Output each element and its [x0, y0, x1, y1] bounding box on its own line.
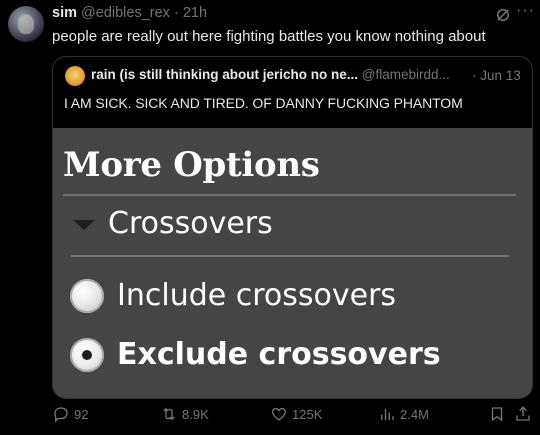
views-icon: [381, 408, 394, 420]
tweet-header: sim @edibles_rex · 21h: [52, 5, 207, 21]
media-divider: [63, 194, 516, 196]
author-handle[interactable]: @edibles_rex: [81, 5, 170, 21]
share-button[interactable]: [514, 404, 532, 424]
tweet-text: people are really out here fighting batt…: [52, 28, 486, 45]
reply-button[interactable]: 92: [52, 404, 88, 424]
like-count: 125K: [292, 406, 323, 422]
quoted-tweet[interactable]: rain (is still thinking about jericho no…: [52, 56, 533, 399]
action-bar: 92 8.9K 125K 2.4M: [0, 404, 540, 428]
quote-time: · Jun 13: [472, 68, 521, 83]
quote-header: rain (is still thinking about jericho no…: [91, 67, 450, 82]
media-title: More Options: [63, 145, 320, 185]
repost-button[interactable]: 8.9K: [160, 404, 209, 424]
grok-icon[interactable]: [494, 6, 512, 24]
tweet-time[interactable]: 21h: [183, 5, 207, 21]
radio-selected-icon: [70, 338, 104, 372]
media-divider: [71, 255, 509, 257]
radio-unselected-icon: [70, 279, 104, 313]
reply-icon: [54, 407, 68, 423]
author-name[interactable]: sim: [52, 5, 77, 21]
quote-author-avatar: [65, 66, 85, 86]
media-option-include: Include crossovers: [117, 278, 397, 313]
caret-down-icon: [73, 220, 95, 230]
media-section-label: Crossovers: [108, 206, 273, 241]
like-button[interactable]: 125K: [270, 404, 322, 424]
like-icon: [271, 407, 287, 421]
views-count: 2.4M: [400, 406, 429, 422]
repost-count: 8.9K: [182, 406, 209, 422]
bookmark-button[interactable]: [488, 404, 506, 424]
quote-media-image[interactable]: More Options Crossovers Include crossove…: [53, 128, 532, 398]
media-option-exclude: Exclude crossovers: [117, 337, 441, 372]
repost-icon: [163, 407, 175, 421]
author-avatar[interactable]: [8, 6, 44, 42]
bookmark-icon: [491, 407, 503, 422]
quote-author-handle: @flamebirdd...: [361, 67, 450, 82]
reply-count: 92: [74, 406, 89, 422]
quote-text: I AM SICK. SICK AND TIRED. OF DANNY FUCK…: [64, 95, 463, 111]
quote-author-name: rain (is still thinking about jericho no…: [91, 67, 359, 82]
more-icon[interactable]: ···: [516, 2, 535, 20]
separator: ·: [173, 5, 179, 21]
views-button[interactable]: 2.4M: [378, 404, 429, 424]
share-icon: [516, 406, 530, 421]
